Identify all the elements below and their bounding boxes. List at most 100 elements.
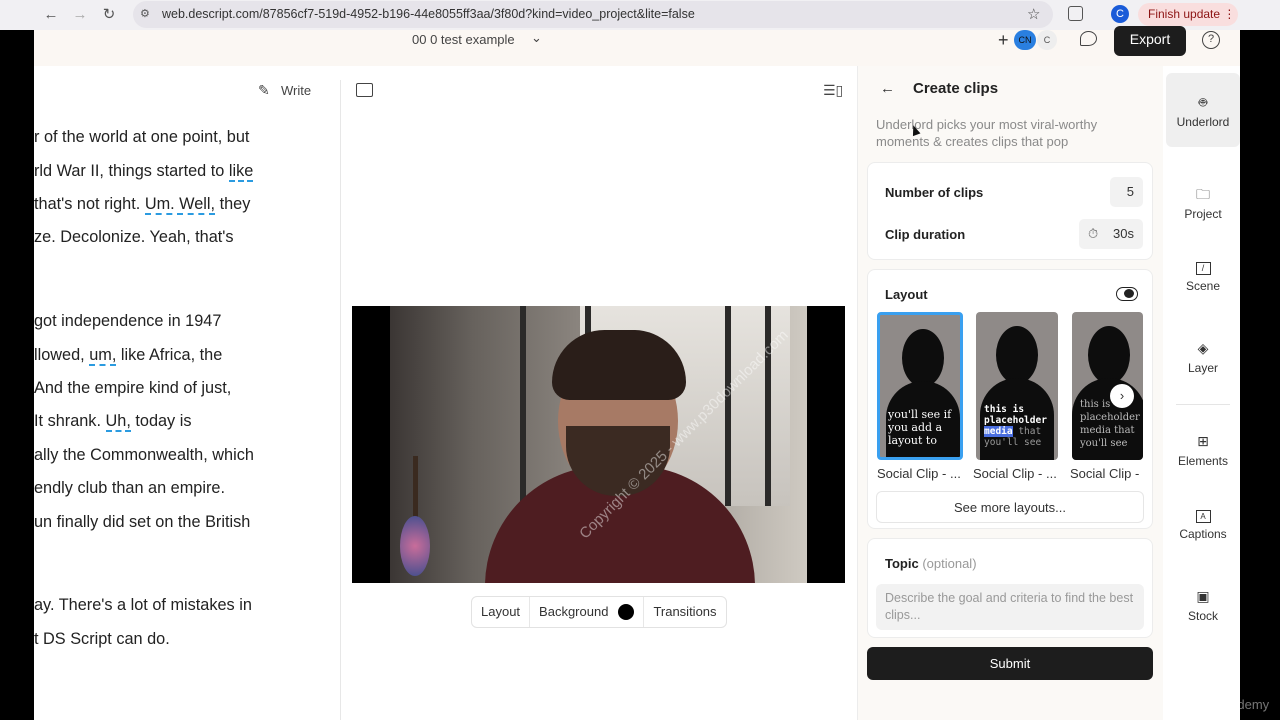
layout-thumbnail[interactable]: this is placeholder media that you'll se… [1072, 312, 1143, 460]
transcript-line[interactable]: endly club than an empire. [34, 479, 225, 498]
reload-icon[interactable]: ↻ [99, 5, 119, 25]
thumbnail-caption: Social Clip - ... [877, 466, 961, 481]
finish-update-button[interactable]: Finish update ⋮ [1138, 3, 1238, 26]
sidebar-item-label: Project [1184, 207, 1222, 221]
collaborator-avatar[interactable]: CN [1014, 30, 1036, 50]
layout-label: Layout [885, 287, 928, 302]
sidebar-item-project[interactable]: 🗀 Project [1166, 185, 1240, 221]
transcript-line[interactable]: llowed, um, like Africa, the [34, 346, 222, 366]
clip-duration-value: 30s [1113, 226, 1134, 241]
finish-update-label: Finish update [1148, 7, 1221, 21]
transcript-line[interactable]: ally the Commonwealth, which [34, 446, 254, 465]
scene-icon: / [1195, 262, 1211, 275]
thumbnail-caption: Social Clip - ... [973, 466, 1057, 481]
collaborator-avatar[interactable]: C [1037, 30, 1057, 50]
transitions-button[interactable]: Transitions [644, 597, 725, 627]
sidebar-divider [1176, 404, 1230, 405]
thumbnail-overlay-text: this is placeholder media that you'll se… [1080, 399, 1140, 449]
transcript-line[interactable]: And the empire kind of just, [34, 379, 231, 398]
sidebar-item-label: Elements [1177, 454, 1229, 468]
layout-thumbnail[interactable]: you'll see if you add a layout to [877, 312, 963, 460]
background-button[interactable]: Background [530, 597, 645, 627]
thumbnail-overlay-text: you'll see if you add a layout to [888, 408, 952, 447]
url-text[interactable]: web.descript.com/87856cf7-519d-4952-b196… [162, 7, 695, 21]
timer-icon: ⏱ [1088, 226, 1099, 241]
filler-word[interactable]: Um. Well, [144, 195, 216, 215]
back-arrow-icon[interactable]: ← [880, 80, 895, 97]
write-button[interactable]: ✎ Write [258, 82, 311, 99]
sidebar-item-captions[interactable]: A Captions [1166, 510, 1240, 541]
extensions-icon[interactable] [1068, 6, 1083, 21]
window-frame [725, 306, 731, 506]
clip-duration-input[interactable]: ⏱ 30s [1079, 219, 1143, 249]
sidebar-item-label: Scene [1185, 279, 1221, 293]
left-letterbox [0, 0, 34, 720]
sidebar-item-elements[interactable]: ⊞ Elements [1166, 432, 1240, 468]
chevron-down-icon[interactable]: ⌄ [531, 30, 542, 46]
write-label: Write [281, 83, 312, 98]
person-hair [552, 330, 686, 400]
filler-word[interactable]: like [228, 162, 254, 182]
transcript-line[interactable]: ay. There's a lot of mistakes in [34, 596, 252, 615]
folder-icon: 🗀 [1196, 186, 1210, 202]
sidebar-item-label: Underlord [1176, 115, 1230, 129]
transcript-line[interactable]: that's not right. Um. Well, they [34, 195, 250, 215]
topic-label: Topic (optional) [885, 556, 977, 571]
clip-duration-label: Clip duration [885, 227, 966, 242]
layout-thumbnail[interactable]: this is placeholder media that you'll se… [976, 312, 1058, 460]
sidebar-item-label: Layer [1187, 361, 1219, 375]
chevron-right-icon[interactable]: › [1110, 384, 1134, 408]
sidebar-item-stock[interactable]: ▣ Stock [1166, 587, 1240, 623]
layout-toggle[interactable] [1116, 287, 1138, 301]
video-frame: Copyright © 2025 - www.p30download.com [390, 306, 807, 583]
back-icon[interactable]: ← [41, 5, 61, 25]
export-button[interactable]: Export [1114, 26, 1186, 56]
sidebar-item-label: Captions [1179, 527, 1227, 541]
guitar [400, 456, 430, 576]
bookmark-star-icon[interactable]: ☆ [1027, 5, 1040, 23]
aspect-ratio-icon[interactable] [356, 83, 373, 97]
transcript-line[interactable]: rld War II, things started to like [34, 162, 254, 182]
transcript-line[interactable]: t DS Script can do. [34, 630, 170, 649]
more-icon: ⋮ [1223, 7, 1236, 21]
help-icon[interactable]: ? [1202, 31, 1220, 49]
captions-icon: A [1195, 510, 1211, 523]
background-color-swatch [618, 604, 635, 620]
submit-button[interactable]: Submit [867, 647, 1153, 680]
transcript-line[interactable]: un finally did set on the British [34, 513, 250, 532]
background-label: Background [539, 604, 609, 619]
app-header [34, 30, 1240, 66]
transcript-line[interactable]: It shrank. Uh, today is [34, 412, 191, 432]
thumbnail-overlay-text: this is placeholder media that you'll se… [984, 404, 1047, 448]
window-frame [520, 306, 526, 506]
elements-icon: ⊞ [1197, 433, 1209, 449]
filler-word[interactable]: um, [89, 346, 117, 366]
panel-title: Create clips [913, 80, 999, 97]
project-title[interactable]: 00 0 test example [412, 32, 515, 47]
video-preview[interactable]: Copyright © 2025 - www.p30download.com [352, 306, 845, 583]
topic-input[interactable]: Describe the goal and criteria to find t… [876, 584, 1144, 630]
sidebar-item-layer[interactable]: ◈ Layer [1166, 339, 1240, 375]
layout-button[interactable]: Layout [472, 597, 531, 627]
sidebar-item-scene[interactable]: / Scene [1166, 262, 1240, 293]
number-of-clips-input[interactable]: 5 [1110, 177, 1143, 207]
stock-icon: ▣ [1196, 588, 1210, 604]
filler-word[interactable]: Uh, [105, 412, 131, 432]
site-info-icon[interactable]: ⚙ [140, 7, 154, 21]
transcript-line[interactable]: ze. Decolonize. Yeah, that's [34, 228, 234, 247]
comment-icon[interactable] [1080, 31, 1097, 46]
profile-avatar[interactable]: C [1111, 5, 1129, 23]
sidebar-item-underlord[interactable]: 🤖︎ Underlord [1166, 73, 1240, 147]
udemy-watermark: Udemy [1228, 697, 1270, 712]
number-of-clips-label: Number of clips [885, 185, 984, 200]
see-more-layouts-button[interactable]: See more layouts... [876, 491, 1144, 523]
video-toolbar: Layout Background Transitions [471, 596, 727, 628]
pen-icon: ✎ [258, 82, 270, 98]
transcript-line[interactable]: r of the world at one point, but [34, 128, 249, 147]
transcript-line[interactable]: got independence in 1947 [34, 312, 221, 331]
sidebar-item-label: Stock [1187, 609, 1218, 623]
forward-icon[interactable]: → [70, 5, 90, 25]
robot-icon: 🤖︎ [1198, 94, 1208, 110]
script-view-icon[interactable]: ☰▯ [823, 82, 843, 99]
panel-divider [340, 80, 341, 720]
